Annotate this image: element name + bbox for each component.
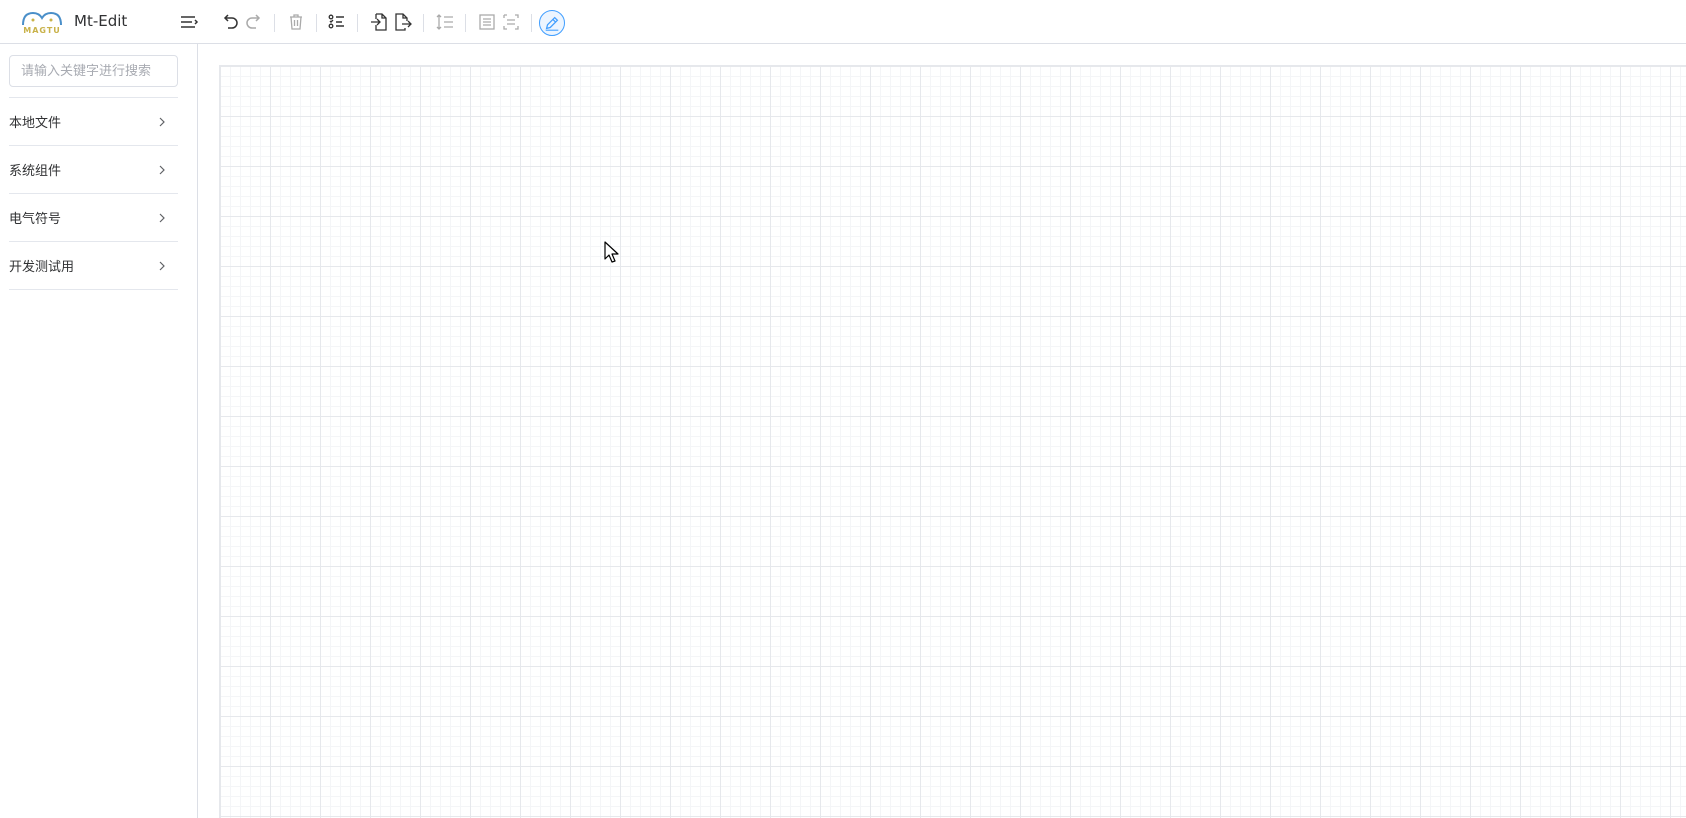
export-button[interactable] [392, 11, 414, 33]
sidebar-item-label: 开发测试用 [9, 260, 75, 275]
menu-fold-icon [181, 16, 199, 28]
drawing-canvas[interactable] [219, 65, 1686, 818]
sidebar-item-local-files[interactable]: 本地文件 [9, 97, 178, 146]
line-spacing-button[interactable] [434, 11, 456, 33]
ungroup-button[interactable] [500, 11, 522, 33]
line-spacing-icon [436, 14, 453, 30]
group-button[interactable] [476, 11, 498, 33]
redo-button[interactable] [243, 11, 265, 33]
toolbar-divider [465, 14, 466, 32]
sidebar-item-label: 系统组件 [9, 164, 62, 179]
undo-button[interactable] [219, 11, 241, 33]
chevron-right-icon [159, 165, 165, 174]
toolbar-divider [316, 14, 317, 32]
sidebar-item-label: 本地文件 [9, 116, 62, 131]
delete-button[interactable] [285, 11, 307, 33]
group-icon [479, 14, 495, 30]
top-toolbar: MAGTU Mt-Edit [0, 0, 1686, 44]
trash-icon [290, 14, 302, 30]
list-check-icon [328, 14, 344, 29]
sidebar-item-label: 电气符号 [9, 212, 62, 227]
app-title: Mt-Edit [74, 12, 128, 30]
chevron-right-icon [159, 213, 165, 222]
ungroup-icon [503, 14, 519, 30]
component-sidebar: 本地文件 系统组件 电气符号 开发测试用 [0, 44, 198, 818]
pen-icon [545, 16, 559, 31]
sidebar-item-system-components[interactable]: 系统组件 [9, 146, 178, 194]
category-menu: 本地文件 系统组件 电气符号 开发测试用 [9, 97, 178, 290]
toolbar-divider [357, 14, 358, 32]
import-button[interactable] [368, 11, 390, 33]
menu-toggle-button[interactable] [178, 11, 200, 33]
file-import-icon [371, 13, 387, 31]
sidebar-item-dev-test[interactable]: 开发测试用 [9, 242, 178, 290]
logo-text: MAGTU [23, 26, 61, 35]
toolbar-divider [274, 14, 275, 32]
sidebar-item-electrical-symbols[interactable]: 电气符号 [9, 194, 178, 242]
mouse-cursor-icon [604, 241, 619, 263]
select-list-button[interactable] [326, 11, 348, 33]
search-input[interactable] [9, 55, 178, 87]
toolbar-divider [423, 14, 424, 32]
redo-icon [246, 14, 261, 29]
app-logo: MAGTU [19, 9, 65, 37]
file-export-icon [395, 13, 412, 31]
chevron-right-icon [159, 117, 165, 126]
undo-icon [223, 14, 238, 29]
toolbar-divider [531, 14, 532, 32]
chevron-right-icon [159, 261, 165, 270]
edit-mode-button[interactable] [539, 10, 565, 36]
